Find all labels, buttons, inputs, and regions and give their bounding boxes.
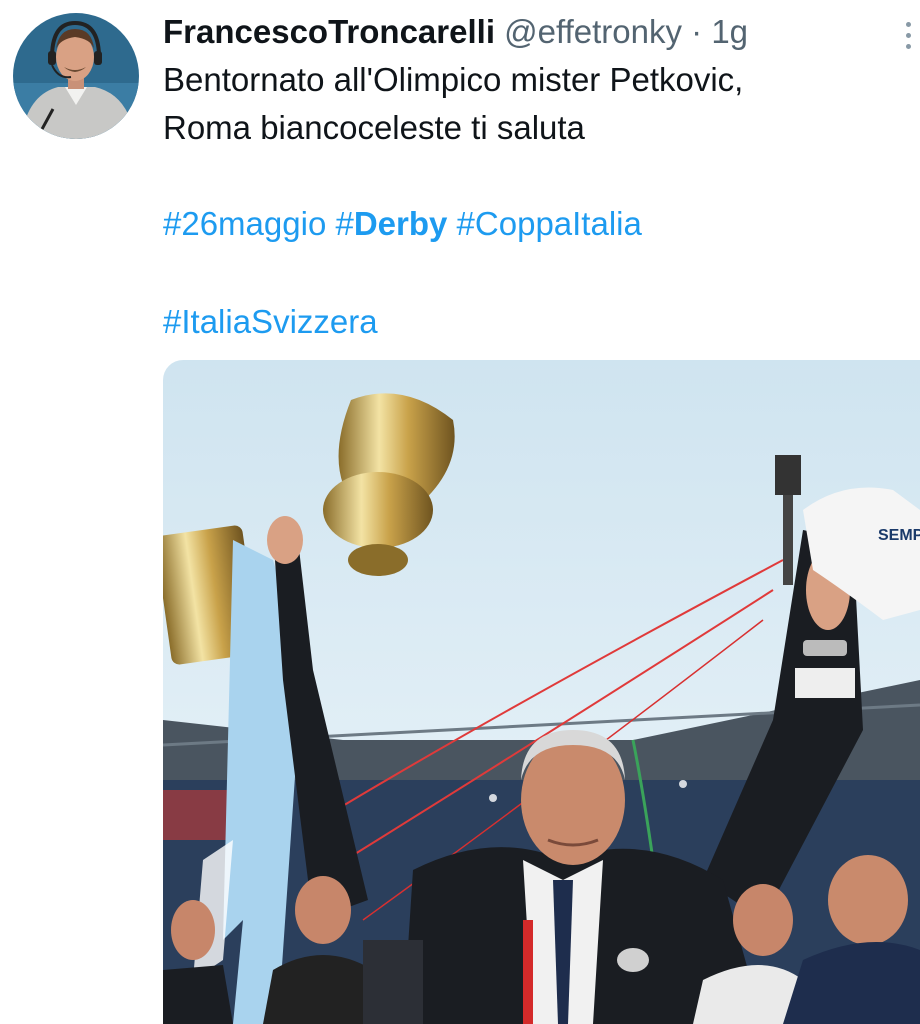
- hashtag-coppaitalia[interactable]: #CoppaItalia: [457, 205, 642, 242]
- hashtag-row-2: #ItaliaSvizzera: [163, 300, 378, 344]
- tweet-header: FrancescoTroncarelli @effetronky · 1g: [163, 10, 748, 54]
- tweet-text-line-1: Bentornato all'Olimpico mister Petkovic,: [163, 61, 744, 98]
- author-display-name[interactable]: FrancescoTroncarelli: [163, 13, 495, 50]
- tweet-media-photo[interactable]: SEMP DEL: [163, 360, 920, 1024]
- hashtag-italiasvizzera[interactable]: #ItaliaSvizzera: [163, 303, 378, 340]
- tweet-time[interactable]: 1g: [711, 13, 748, 50]
- photo-illustration: SEMP DEL: [163, 360, 920, 1024]
- hashtag-26maggio[interactable]: #26maggio: [163, 205, 326, 242]
- author-handle[interactable]: @effetronky: [504, 13, 682, 50]
- avatar-photo: [13, 13, 139, 139]
- hashtag-derby-text: Derby: [353, 205, 448, 242]
- hashtag-derby[interactable]: #Derby: [335, 205, 447, 242]
- header-separator: ·: [691, 13, 703, 50]
- shirt-text: SEMP DEL: [878, 527, 920, 544]
- hashtag-row-1: #26maggio #Derby #CoppaItalia: [163, 202, 642, 246]
- more-options-icon[interactable]: [904, 22, 912, 56]
- tweet-text-line-2: Roma biancoceleste ti saluta: [163, 109, 585, 146]
- avatar[interactable]: [13, 13, 139, 139]
